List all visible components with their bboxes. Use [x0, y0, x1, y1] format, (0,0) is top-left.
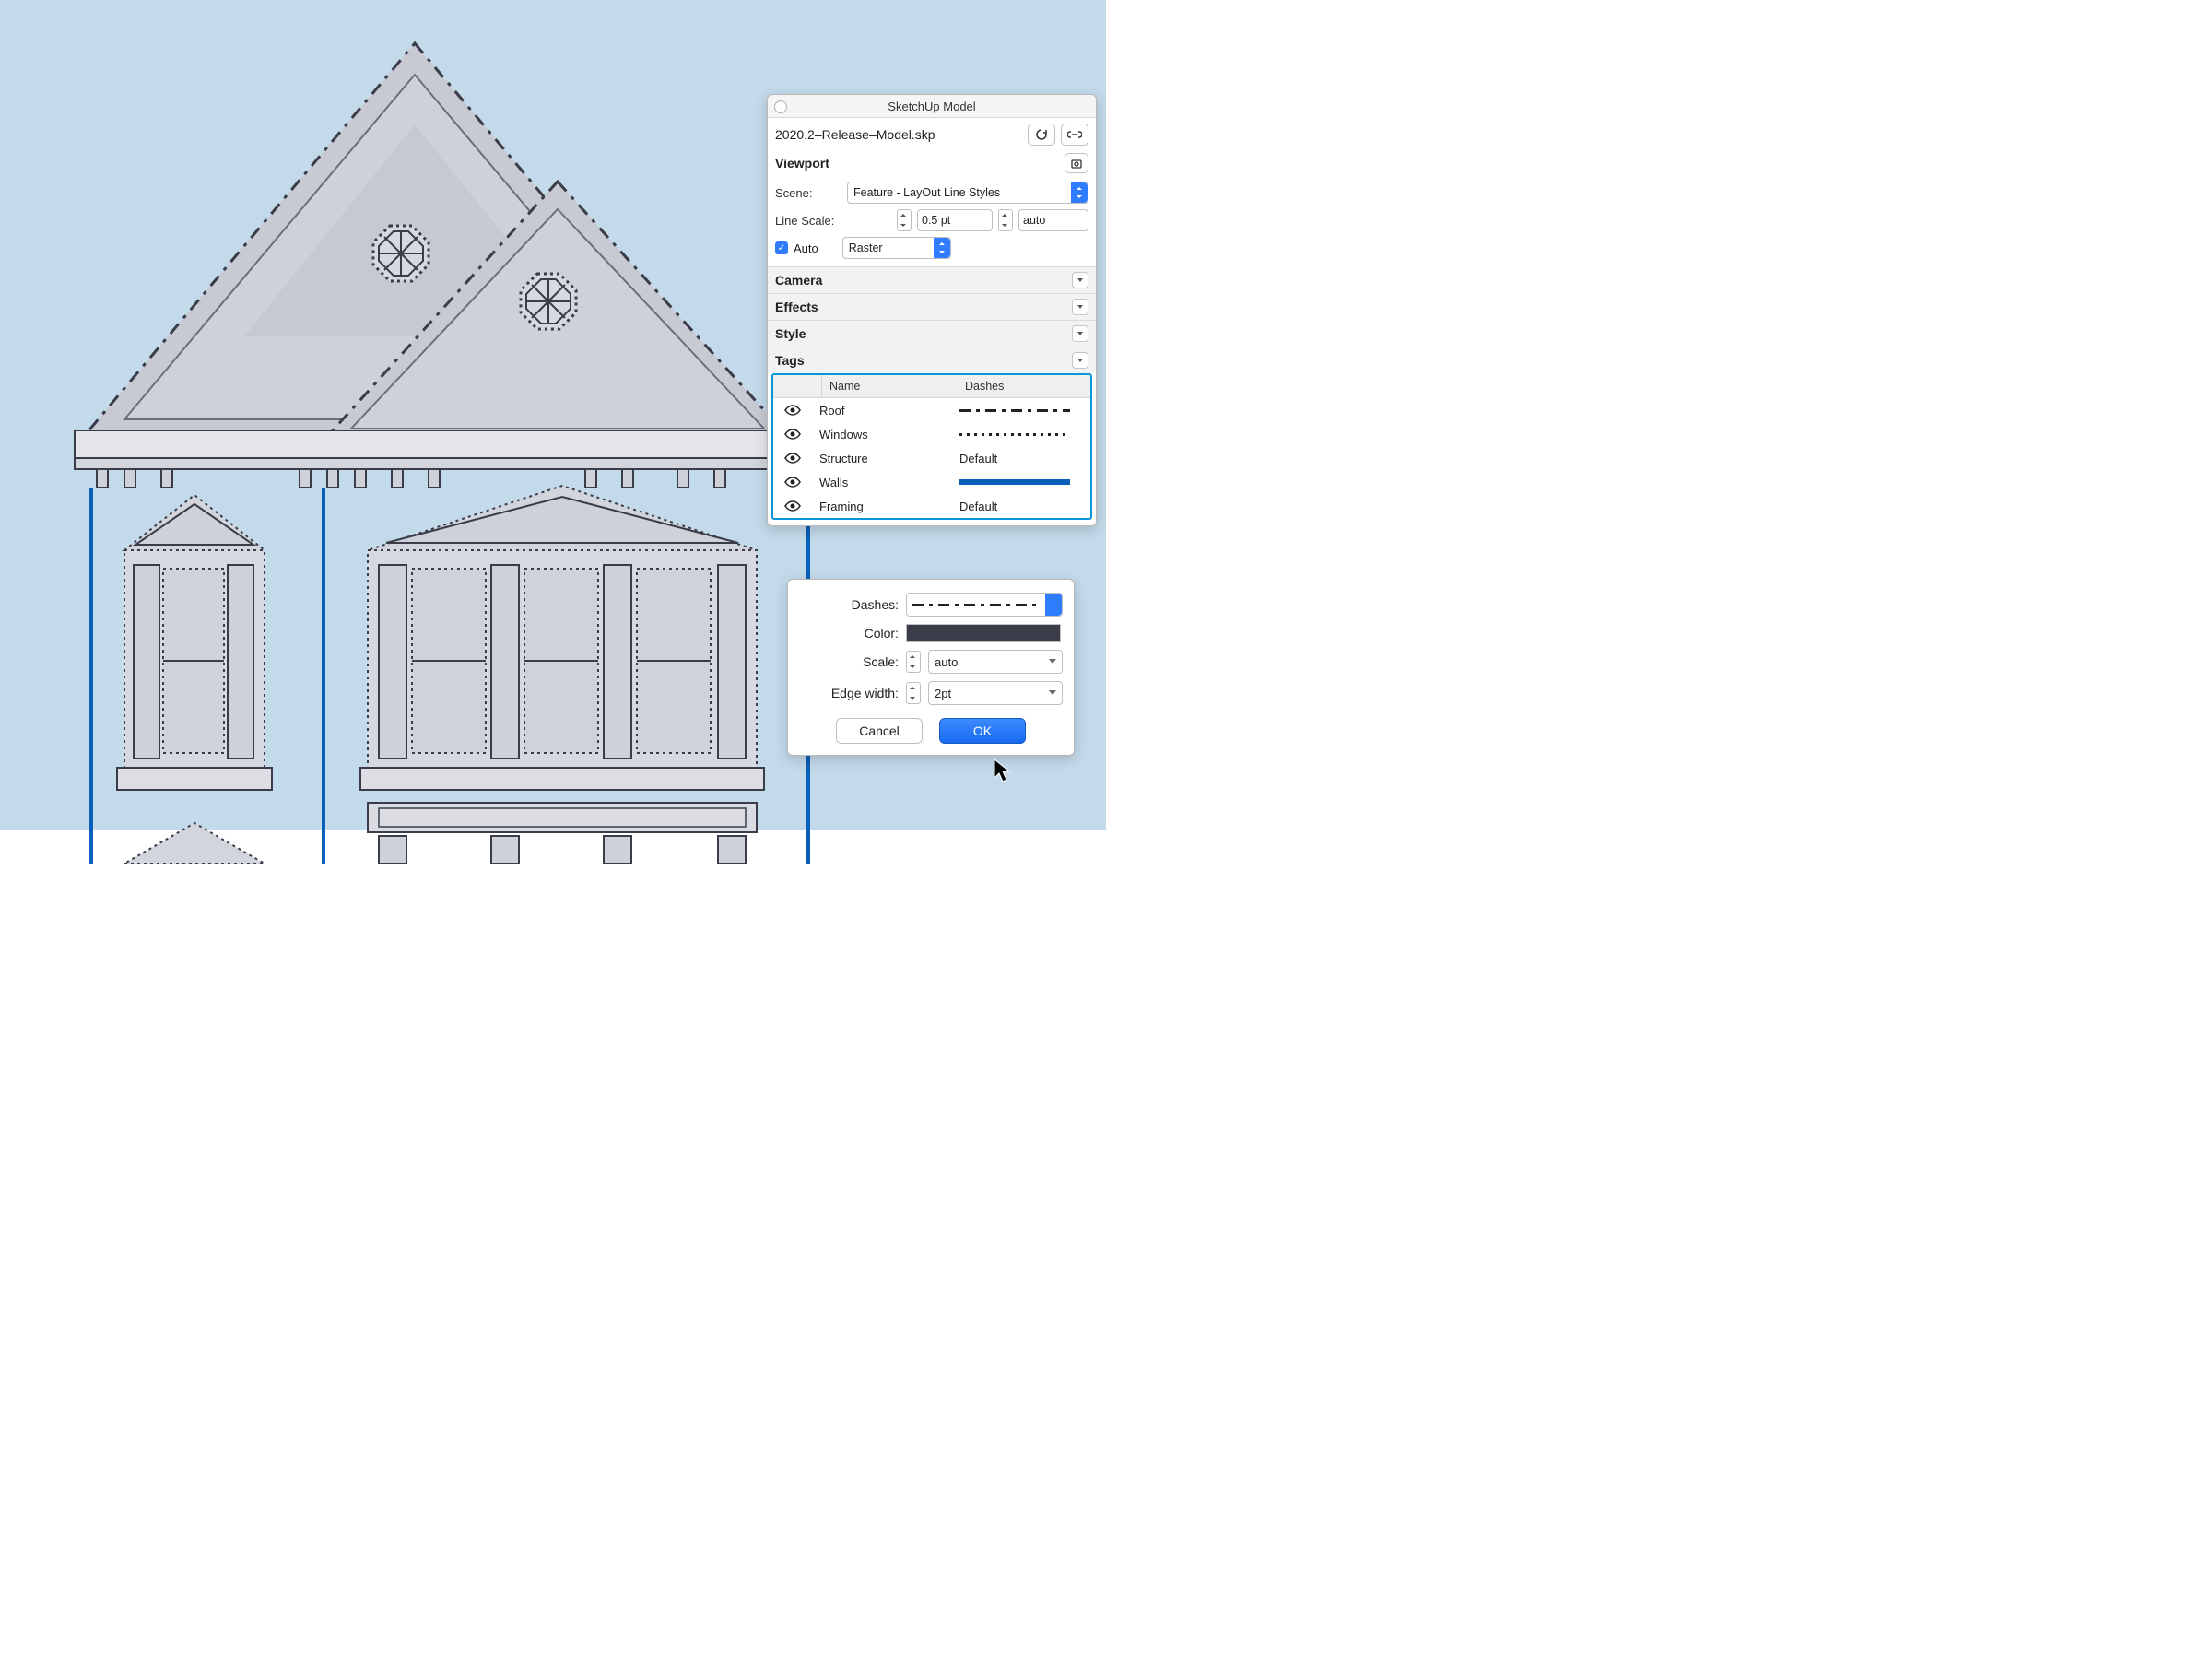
color-swatch[interactable] [906, 624, 1061, 642]
dash-preview[interactable] [959, 409, 1090, 412]
chevron-down-icon [1049, 659, 1056, 664]
viewport-label: Viewport [775, 156, 830, 171]
edge-width-stepper[interactable] [906, 682, 921, 704]
visibility-toggle[interactable] [773, 500, 812, 512]
eye-icon [784, 500, 801, 512]
panel-titlebar[interactable]: SketchUp Model [768, 95, 1096, 118]
model-filename: 2020.2–Release–Model.skp [775, 127, 1022, 142]
dash-preview[interactable] [959, 433, 1090, 436]
dash-preview[interactable]: Default [959, 500, 1090, 513]
chevron-down-icon [1072, 272, 1088, 288]
panel-title: SketchUp Model [888, 100, 975, 113]
tags-header: Name Dashes [773, 375, 1090, 398]
linescale-auto-stepper[interactable] [998, 209, 1013, 231]
dashes-label: Dashes: [788, 597, 899, 612]
scene-select[interactable]: Feature - LayOut Line Styles [847, 182, 1088, 204]
accordion-camera[interactable]: Camera [768, 266, 1096, 293]
dropdown-arrow-icon [934, 238, 950, 258]
tag-row-walls[interactable]: Walls [773, 470, 1090, 494]
scene-label: Scene: [775, 186, 841, 200]
visibility-toggle[interactable] [773, 429, 812, 440]
facade [69, 430, 834, 864]
link-icon [1067, 130, 1082, 139]
dash-preview[interactable]: Default [959, 452, 1090, 465]
line-style-dialog: Dashes: Color: Scale: auto Edge width: 2… [787, 579, 1075, 756]
tag-row-roof[interactable]: Roof [773, 398, 1090, 422]
auto-checkbox[interactable]: ✓ [775, 241, 788, 254]
eye-icon [784, 453, 801, 464]
chevron-down-icon [1072, 325, 1088, 342]
linescale-stepper[interactable] [897, 209, 912, 231]
accordion-tags[interactable]: Tags [768, 347, 1096, 373]
building-illustration [69, 32, 760, 830]
sketchup-model-panel: SketchUp Model 2020.2–Release–Model.skp … [767, 94, 1097, 526]
linescale-input[interactable]: 0.5 pt [917, 209, 993, 231]
scale-stepper[interactable] [906, 651, 921, 673]
chevron-down-icon [1072, 352, 1088, 369]
eye-icon [784, 405, 801, 416]
cancel-button[interactable]: Cancel [836, 718, 923, 744]
eye-icon [784, 429, 801, 440]
roof-secondary [309, 172, 806, 458]
scale-select[interactable]: auto [928, 650, 1063, 674]
edge-width-select[interactable]: 2pt [928, 681, 1063, 705]
accordion-effects[interactable]: Effects [768, 293, 1096, 320]
dropdown-arrow-icon [1071, 182, 1088, 203]
cursor-icon [992, 758, 1012, 783]
accordion-style[interactable]: Style [768, 320, 1096, 347]
auto-label: Auto [794, 241, 818, 255]
refresh-button[interactable] [1028, 124, 1055, 146]
visibility-toggle[interactable] [773, 453, 812, 464]
edge-width-label: Edge width: [788, 686, 899, 700]
camera-lock-icon [1071, 158, 1082, 169]
link-button[interactable] [1061, 124, 1088, 146]
chevron-down-icon [1072, 299, 1088, 315]
visibility-toggle[interactable] [773, 477, 812, 488]
eye-icon [784, 477, 801, 488]
col-dashes: Dashes [959, 375, 1090, 397]
render-mode-select[interactable]: Raster [842, 237, 951, 259]
dropdown-arrow-icon [1045, 594, 1062, 616]
refresh-icon [1035, 128, 1048, 141]
scale-label: Scale: [788, 654, 899, 669]
linescale-label: Line Scale: [775, 214, 841, 228]
tags-table: Name Dashes Roof Windows Structure Defau… [771, 373, 1092, 520]
linescale-auto-input[interactable]: auto [1018, 209, 1088, 231]
dash-preview[interactable] [959, 479, 1090, 485]
tag-row-structure[interactable]: Structure Default [773, 446, 1090, 470]
dash-pattern-preview [912, 604, 1041, 606]
chevron-down-icon [1049, 690, 1056, 695]
color-label: Color: [788, 626, 899, 641]
close-icon[interactable] [774, 100, 787, 113]
visibility-toggle[interactable] [773, 405, 812, 416]
stage: SketchUp Model 2020.2–Release–Model.skp … [0, 0, 1106, 830]
dashes-select[interactable] [906, 593, 1063, 617]
col-name: Name [821, 375, 959, 397]
ok-button[interactable]: OK [939, 718, 1026, 744]
tag-row-windows[interactable]: Windows [773, 422, 1090, 446]
preserve-scale-button[interactable] [1065, 153, 1088, 173]
tag-row-framing[interactable]: Framing Default [773, 494, 1090, 518]
